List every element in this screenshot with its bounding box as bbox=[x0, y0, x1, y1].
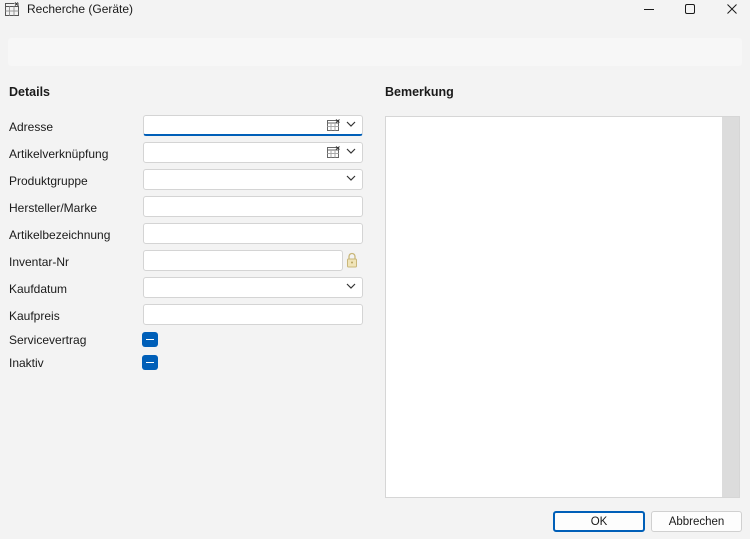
chevron-down-icon[interactable] bbox=[346, 121, 356, 127]
close-button[interactable] bbox=[714, 0, 750, 18]
label-artikelverknuepfung: Artikelverknüpfung bbox=[9, 147, 109, 161]
indeterminate-dash-icon bbox=[146, 361, 154, 364]
label-hersteller-marke: Hersteller/Marke bbox=[9, 201, 98, 215]
artikelverknuepfung-combobox[interactable] bbox=[143, 142, 363, 163]
label-inaktiv: Inaktiv bbox=[9, 356, 44, 370]
label-kaufdatum: Kaufdatum bbox=[9, 282, 68, 296]
calendar-picker-icon[interactable] bbox=[327, 119, 340, 131]
title-bar: Recherche (Geräte) bbox=[0, 0, 750, 18]
bemerkung-textarea[interactable] bbox=[385, 116, 740, 498]
lock-icon[interactable] bbox=[346, 252, 358, 268]
chevron-down-icon[interactable] bbox=[346, 148, 356, 154]
ok-button[interactable]: OK bbox=[553, 511, 645, 532]
label-servicevertrag: Servicevertrag bbox=[9, 333, 87, 347]
calendar-app-icon bbox=[5, 2, 19, 16]
kaufpreis-input[interactable] bbox=[143, 304, 363, 325]
minimize-button[interactable] bbox=[631, 0, 667, 18]
label-produktgruppe: Produktgruppe bbox=[9, 174, 88, 188]
maximize-button[interactable] bbox=[672, 0, 708, 18]
kaufdatum-combobox[interactable] bbox=[143, 277, 363, 298]
label-inventar-nr: Inventar-Nr bbox=[9, 255, 70, 269]
hersteller-marke-input[interactable] bbox=[143, 196, 363, 217]
label-artikelbezeichnung: Artikelbezeichnung bbox=[9, 228, 111, 242]
maximize-icon bbox=[685, 4, 695, 14]
adresse-combobox[interactable] bbox=[143, 115, 363, 136]
window-title: Recherche (Geräte) bbox=[27, 2, 134, 16]
inaktiv-checkbox[interactable] bbox=[142, 355, 158, 370]
toolbar-strip bbox=[8, 38, 742, 66]
label-kaufpreis: Kaufpreis bbox=[9, 309, 60, 323]
inventar-nr-input[interactable] bbox=[143, 250, 343, 271]
close-icon bbox=[727, 4, 737, 14]
details-heading: Details bbox=[9, 85, 50, 99]
chevron-down-icon[interactable] bbox=[346, 175, 356, 181]
indeterminate-dash-icon bbox=[146, 338, 154, 341]
label-adresse: Adresse bbox=[9, 120, 54, 134]
calendar-picker-icon[interactable] bbox=[327, 146, 340, 158]
bemerkung-heading: Bemerkung bbox=[385, 85, 454, 99]
cancel-button[interactable]: Abbrechen bbox=[651, 511, 742, 532]
servicevertrag-checkbox[interactable] bbox=[142, 332, 158, 347]
minimize-icon bbox=[644, 9, 654, 10]
artikelbezeichnung-input[interactable] bbox=[143, 223, 363, 244]
vertical-scrollbar[interactable] bbox=[722, 117, 739, 497]
produktgruppe-combobox[interactable] bbox=[143, 169, 363, 190]
chevron-down-icon[interactable] bbox=[346, 283, 356, 289]
